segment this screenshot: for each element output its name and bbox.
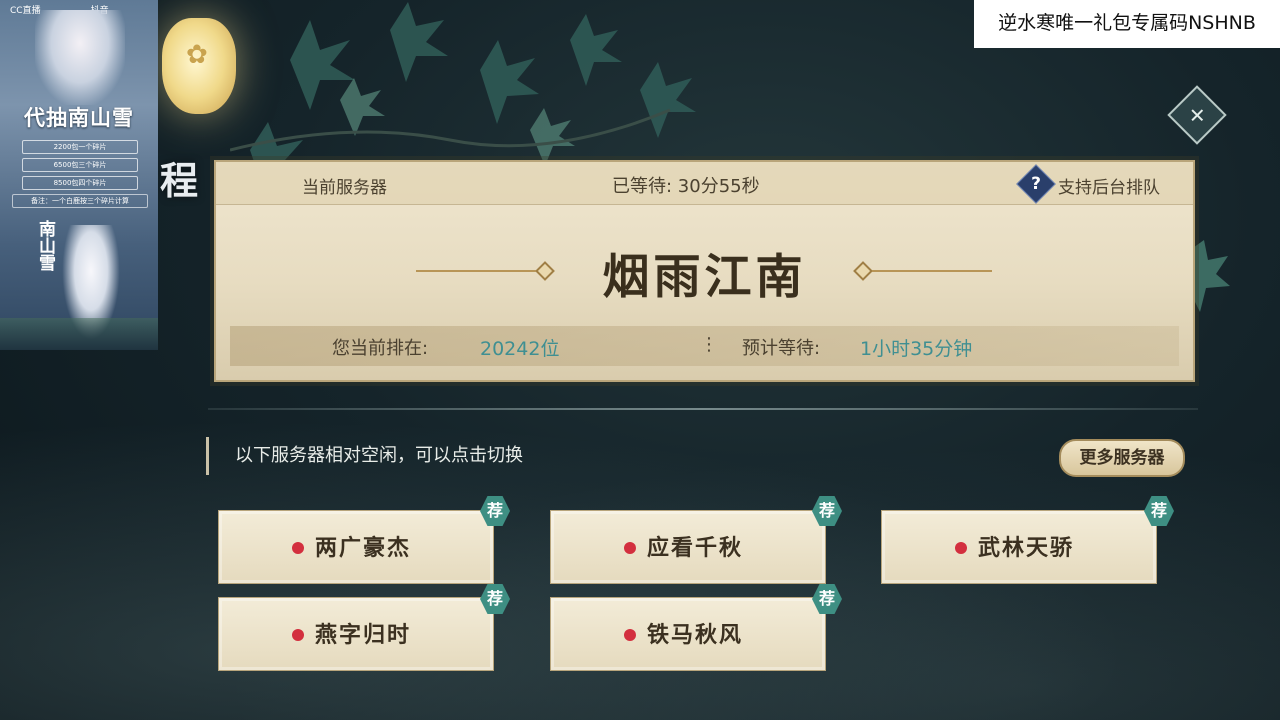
close-icon: ✕ [1188,102,1206,127]
eta-label: 预计等待: [742,338,821,359]
server-button-5[interactable]: 铁马秋风 [550,597,826,671]
deco-line-right [872,270,992,272]
server-button-2[interactable]: 应看千秋 [550,510,826,584]
server-name: 燕字归时 [315,623,412,648]
queue-status-strip: 您当前排在: 20242位 ⋮ 预计等待: 1小时35分钟 [230,326,1179,366]
status-dot-icon [292,542,304,554]
status-dot-icon [292,629,304,641]
queue-card: 当前服务器 已等待: 30分55秒 ? 支持后台排队 烟雨江南 您当前排在: 2… [214,160,1195,382]
server-name: 应看千秋 [647,536,744,561]
more-servers-button[interactable]: 更多服务器 [1059,439,1185,477]
overlay-note: 备注：一个白鹿按三个碎片计算 [12,194,148,208]
stream-overlay-panel: CC直播 抖音 代抽南山雪 2200包一个碎片 6500包三个碎片 8500包四… [0,0,158,350]
server-name: 两广豪杰 [315,536,412,561]
question-icon: ? [1031,174,1041,194]
overlay-headline: 代抽南山雪 [24,105,134,130]
rank-value: 20242位 [480,338,560,360]
rank-label: 您当前排在: [332,338,429,359]
waited-time: 已等待: 30分55秒 [612,176,760,197]
status-separator: ⋮ [700,334,718,355]
close-button[interactable]: ✕ [1167,85,1227,145]
side-character: 程 [160,158,199,203]
current-server-label: 当前服务器 [302,178,387,198]
gift-code-banner: 逆水寒唯一礼包专属码NSHNB [974,0,1280,48]
status-dot-icon [624,542,636,554]
status-dot-icon [624,629,636,641]
server-name: 武林天骄 [978,536,1075,561]
server-button-3[interactable]: 武林天骄 [881,510,1157,584]
overlay-line-1: 2200包一个碎片 [22,140,138,154]
overlay-line-2: 6500包三个碎片 [22,158,138,172]
server-button-4[interactable]: 燕字归时 [218,597,494,671]
current-server-name: 烟雨江南 [602,250,807,305]
flower-icon: ✿ [186,40,208,70]
section-divider [208,408,1198,410]
status-dot-icon [955,542,967,554]
eta-value: 1小时35分钟 [860,338,973,360]
server-button-1[interactable]: 两广豪杰 [218,510,494,584]
overlay-line-3: 8500包四个碎片 [22,176,138,190]
background-queue-label: 支持后台排队 [1058,178,1160,198]
idle-servers-hint: 以下服务器相对空闲，可以点击切换 [206,437,523,475]
server-name: 铁马秋风 [647,623,744,648]
character-portrait [35,10,125,105]
overlay-side-text: 南山雪 [35,220,55,271]
overlay-ground [0,318,158,350]
